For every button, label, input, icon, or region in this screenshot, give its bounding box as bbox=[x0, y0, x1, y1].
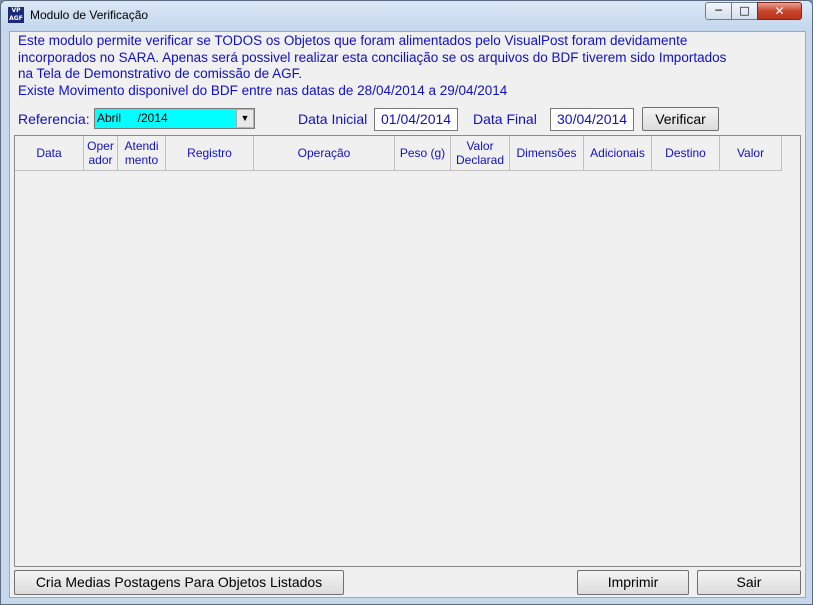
column-header-registro[interactable]: Registro bbox=[166, 136, 254, 171]
referencia-select[interactable]: Abril /2014 ▼ bbox=[94, 108, 255, 129]
main-window: VP AGF Modulo de Verificação ─ □ ✕ Este m… bbox=[0, 0, 813, 605]
column-header-destino[interactable]: Destino bbox=[652, 136, 720, 171]
info-line: na Tela de Demonstrativo de comissão de … bbox=[18, 66, 303, 81]
referencia-value: Abril /2014 bbox=[97, 111, 168, 125]
chevron-down-icon[interactable]: ▼ bbox=[236, 110, 253, 127]
cria-medias-button[interactable]: Cria Medias Postagens Para Objetos Lista… bbox=[14, 570, 344, 595]
info-text: Este modulo permite verificar se TODOS o… bbox=[18, 33, 798, 99]
column-header-data[interactable]: Data bbox=[15, 136, 84, 171]
column-header-valor-declarado[interactable]: Valor Declarad bbox=[451, 136, 510, 171]
data-inicial-label: Data Inicial bbox=[298, 111, 368, 127]
imprimir-button[interactable]: Imprimir bbox=[577, 570, 689, 595]
close-icon: ✕ bbox=[774, 4, 785, 18]
referencia-label: Referencia: bbox=[18, 111, 90, 127]
info-line: Este modulo permite verificar se TODOS o… bbox=[18, 33, 688, 48]
data-final-label: Data Final bbox=[473, 111, 537, 127]
minimize-button[interactable]: ─ bbox=[705, 2, 732, 20]
maximize-button[interactable]: □ bbox=[731, 2, 758, 20]
maximize-icon: □ bbox=[739, 4, 750, 17]
column-header-dimensoes[interactable]: Dimensões bbox=[510, 136, 584, 171]
app-icon: VP AGF bbox=[8, 7, 24, 23]
column-header-operador[interactable]: Oper ador bbox=[84, 136, 118, 171]
verificar-button[interactable]: Verificar bbox=[642, 107, 719, 131]
window-title: Modulo de Verificação bbox=[30, 8, 149, 22]
minimize-icon: ─ bbox=[715, 4, 722, 17]
column-header-atendimento[interactable]: Atendi mento bbox=[118, 136, 166, 171]
column-header-peso[interactable]: Peso (g) bbox=[395, 136, 451, 171]
title-bar[interactable]: VP AGF Modulo de Verificação ─ □ ✕ bbox=[1, 1, 812, 31]
objects-grid[interactable]: Data Oper ador Atendi mento Registro Ope… bbox=[14, 135, 801, 567]
column-header-valor[interactable]: Valor bbox=[720, 136, 782, 171]
info-line: incorporados no SARA. Apenas será possiv… bbox=[18, 49, 727, 65]
close-button[interactable]: ✕ bbox=[757, 2, 802, 20]
sair-button[interactable]: Sair bbox=[697, 570, 801, 595]
column-header-operacao[interactable]: Operação bbox=[254, 136, 395, 171]
info-line: Existe Movimento disponivel do BDF entre… bbox=[18, 82, 508, 98]
data-inicial-input[interactable]: 01/04/2014 bbox=[374, 108, 458, 131]
column-header-adicionais[interactable]: Adicionais bbox=[584, 136, 652, 171]
data-final-input[interactable]: 30/04/2014 bbox=[550, 108, 634, 131]
client-area: Este modulo permite verificar se TODOS o… bbox=[9, 31, 806, 598]
